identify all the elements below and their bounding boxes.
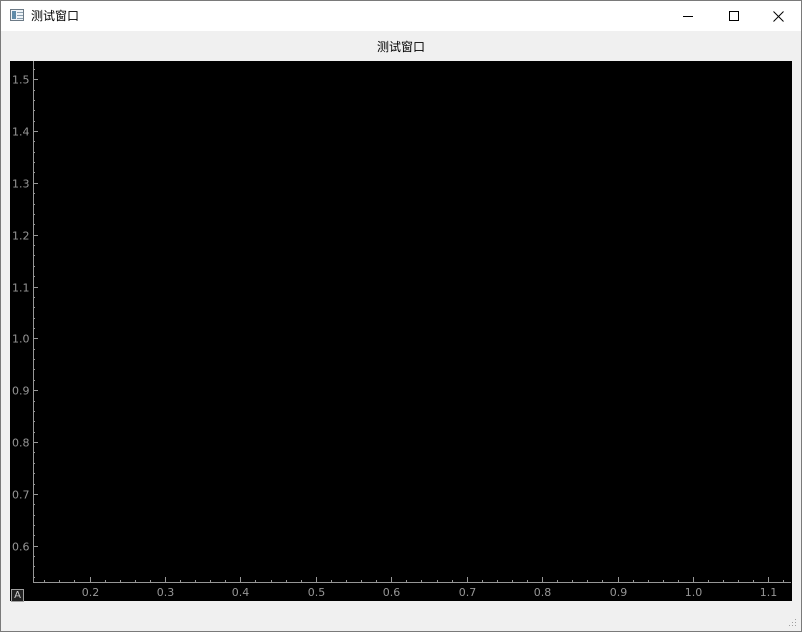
x-tick-label: 0.7 <box>459 586 477 599</box>
close-button[interactable] <box>755 1 801 31</box>
minimize-button[interactable] <box>665 1 711 31</box>
y-tick-label: 1.2 <box>12 230 30 243</box>
maximize-icon <box>729 11 739 21</box>
plot-canvas[interactable]: 0.2 0.3 0.4 0.5 0.6 0.7 0.8 0.9 1.0 1.1 0.6 0.7 0.8 0… <box>10 61 792 601</box>
minimize-icon <box>683 16 693 17</box>
y-tick-label: 0.6 <box>12 541 30 554</box>
x-tick-label: 0.9 <box>610 586 628 599</box>
title-bar[interactable]: 测试窗口 <box>1 1 801 31</box>
x-tick-label: 0.4 <box>232 586 250 599</box>
x-tick-label: 0.6 <box>383 586 401 599</box>
app-icon <box>10 9 24 21</box>
y-tick-label: 1.3 <box>12 178 30 191</box>
auto-range-button[interactable]: A <box>11 589 24 602</box>
x-tick-label: 1.1 <box>760 586 778 599</box>
y-tick-label: 1.0 <box>12 333 30 346</box>
x-tick-label: 1.0 <box>685 586 703 599</box>
x-tick-label: 0.5 <box>308 586 326 599</box>
y-tick-label: 0.7 <box>12 489 30 502</box>
window-title: 测试窗口 <box>31 9 80 23</box>
y-tick-label: 0.9 <box>12 385 30 398</box>
plot-area[interactable]: 0.2 0.3 0.4 0.5 0.6 0.7 0.8 0.9 1.0 1.1 0.6 0.7 0.8 0… <box>10 61 792 601</box>
x-tick-label: 0.3 <box>157 586 175 599</box>
y-tick-label: 1.4 <box>12 126 30 139</box>
resize-grip-icon[interactable] <box>789 619 797 627</box>
main-window: 测试窗口 测试窗口 0.2 0.3 0.4 0.5 0.6 0.7 0.8 0.9 1.0 1.1… <box>0 0 802 632</box>
close-icon <box>772 10 784 22</box>
plot-title: 测试窗口 <box>376 40 425 54</box>
y-tick-label: 0.8 <box>12 437 30 450</box>
y-tick-label: 1.5 <box>12 74 30 87</box>
maximize-button[interactable] <box>711 1 757 31</box>
x-tick-label: 0.2 <box>82 586 100 599</box>
x-tick-label: 0.8 <box>534 586 552 599</box>
y-tick-label: 1.1 <box>12 282 30 295</box>
